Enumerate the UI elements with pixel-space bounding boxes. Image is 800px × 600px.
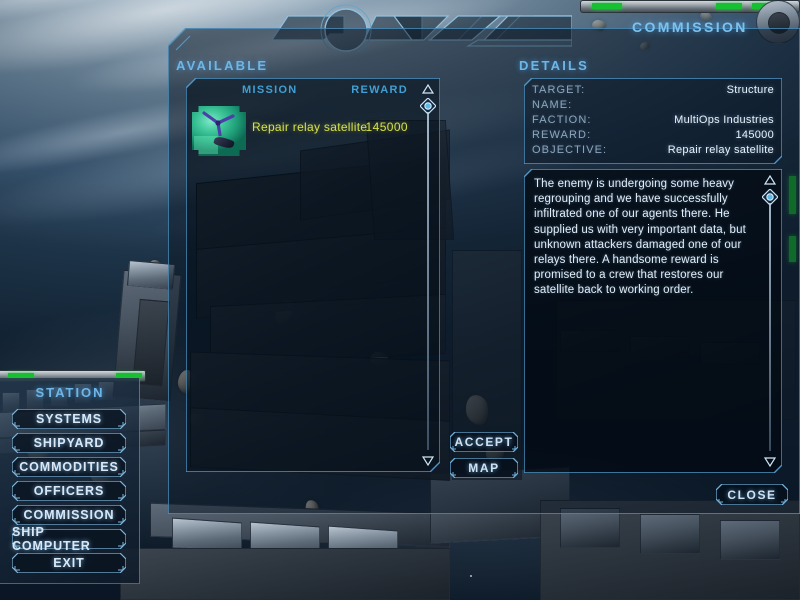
close-button-label: CLOSE: [727, 487, 777, 502]
sidebar-item-systems[interactable]: SYSTEMS: [12, 409, 126, 429]
sidebar-item-label: SYSTEMS: [35, 412, 103, 426]
scroll-down-arrow-icon[interactable]: [764, 457, 776, 467]
mission-list-row[interactable]: Repair relay satellite 145000: [190, 104, 414, 156]
window-title: COMMISSION: [632, 19, 748, 35]
map-button-label: MAP: [468, 461, 500, 475]
detail-label-target: TARGET:: [532, 84, 586, 96]
station-menu-panel: STATION SYSTEMS SHIPYARD COMMODITIES OFF…: [0, 378, 140, 584]
mission-description-panel: The enemy is undergoing some heavy regro…: [524, 169, 782, 473]
mission-list-scrollbar[interactable]: [418, 82, 438, 468]
sidebar-item-commission[interactable]: COMMISSION: [12, 505, 126, 525]
detail-label-name: NAME:: [532, 99, 573, 111]
sidebar-item-ship-computer[interactable]: SHIP COMPUTER: [12, 525, 126, 553]
sidebar-item-label: SHIP COMPUTER: [12, 525, 91, 553]
detail-label-faction: FACTION:: [532, 114, 592, 126]
sidebar-item-label: EXIT: [53, 556, 85, 570]
description-scrollbar[interactable]: [760, 173, 780, 469]
detail-value-faction: MultiOps Industries: [674, 114, 774, 126]
detail-value-target: Structure: [726, 84, 774, 96]
detail-row-target: TARGET: Structure: [532, 84, 774, 99]
map-button[interactable]: MAP: [450, 458, 518, 478]
sidebar-item-label: SHIPYARD: [33, 436, 105, 450]
sidebar-item-label: COMMODITIES: [19, 460, 119, 474]
detail-row-name: NAME:: [532, 99, 774, 114]
details-panel-title: DETAILS: [519, 58, 590, 73]
sidebar-item-label: COMMISSION: [23, 508, 115, 522]
scrollbar-track[interactable]: [427, 112, 429, 450]
detail-value-reward: 145000: [735, 129, 774, 141]
mission-reward: 145000: [365, 120, 408, 134]
detail-label-objective: OBJECTIVE:: [532, 144, 608, 156]
sidebar-item-label: OFFICERS: [33, 484, 105, 498]
detail-label-reward: REWARD:: [532, 129, 592, 141]
mission-description-text: The enemy is undergoing some heavy regro…: [534, 178, 746, 297]
sidebar-item-officers[interactable]: OFFICERS: [12, 481, 126, 501]
mission-thumbnail-icon: [192, 106, 246, 156]
scrollbar-track[interactable]: [769, 203, 771, 451]
sidebar-item-exit[interactable]: EXIT: [12, 553, 126, 573]
close-button[interactable]: CLOSE: [716, 484, 788, 505]
station-menu-title: STATION: [35, 385, 105, 400]
mission-name: Repair relay satellite: [252, 120, 368, 134]
scroll-up-arrow-icon[interactable]: [422, 84, 434, 94]
mission-list-header: MISSION REWARD: [186, 84, 414, 100]
available-missions-panel: MISSION REWARD Repair relay satellite 14…: [186, 78, 440, 472]
accept-button-label: ACCEPT: [454, 435, 514, 449]
sidebar-item-commodities[interactable]: COMMODITIES: [12, 457, 126, 477]
detail-value-objective: Repair relay satellite: [667, 144, 774, 156]
available-panel-title: AVAILABLE: [176, 58, 269, 73]
detail-row-reward: REWARD: 145000: [532, 129, 774, 144]
scroll-down-arrow-icon[interactable]: [422, 456, 434, 466]
detail-row-faction: FACTION: MultiOps Industries: [532, 114, 774, 129]
scroll-up-arrow-icon[interactable]: [764, 175, 776, 185]
mission-details-panel: TARGET: Structure NAME: FACTION: MultiOp…: [524, 78, 782, 164]
game-screen: COMMISSION AVAILABLE DETAILS MISSION REW…: [0, 0, 800, 600]
sidebar-item-shipyard[interactable]: SHIPYARD: [12, 433, 126, 453]
column-header-mission: MISSION: [242, 84, 298, 96]
column-header-reward: REWARD: [351, 84, 408, 96]
detail-row-objective: OBJECTIVE: Repair relay satellite: [532, 144, 774, 159]
accept-button[interactable]: ACCEPT: [450, 432, 518, 452]
